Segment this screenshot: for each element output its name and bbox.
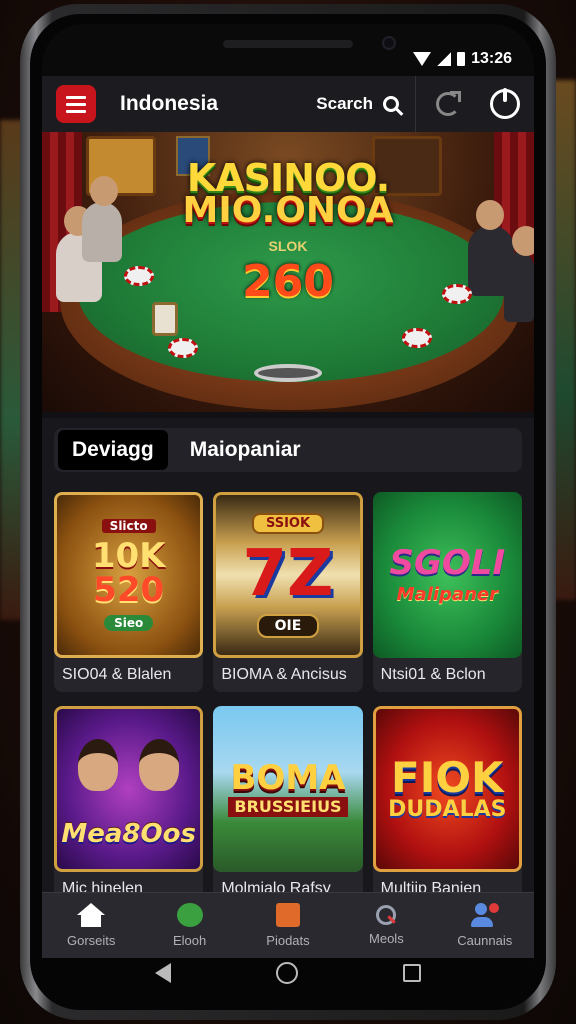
game-art-button: Sieo bbox=[104, 615, 154, 631]
game-thumbnail: Slicto 10K 520 Sieo bbox=[54, 492, 204, 658]
game-art-title: 7Z bbox=[242, 536, 334, 611]
game-grid: Slicto 10K 520 Sieo SIO04 & Blalen SSIOK… bbox=[54, 492, 522, 906]
recents-icon[interactable] bbox=[403, 964, 422, 982]
search-icon bbox=[383, 96, 399, 112]
system-navigation bbox=[42, 958, 534, 1000]
nav-item-piodats[interactable]: Piodats bbox=[240, 903, 336, 948]
status-indicators: 13:26 bbox=[413, 50, 512, 68]
nav-label: Caunnais bbox=[457, 933, 513, 948]
game-thumbnail: BOMA BRUSSIEIUS bbox=[213, 706, 363, 872]
game-card[interactable]: Mea8Oos Mic hinelen bbox=[54, 706, 204, 906]
game-art-badge: SSIOK bbox=[251, 512, 325, 534]
hero-number: 260 bbox=[242, 256, 334, 307]
game-art-title: SGOLI bbox=[389, 543, 506, 583]
menu-bar-icon bbox=[66, 109, 86, 113]
game-thumbnail: SGOLI Malipaner bbox=[372, 492, 522, 658]
app-screen: 13:26 Indonesia Scarch KASINOO. MIO.ONOA… bbox=[42, 24, 534, 1000]
game-card[interactable]: Slicto 10K 520 Sieo SIO04 & Blalen bbox=[54, 492, 204, 692]
game-card[interactable]: BOMA BRUSSIEIUS Molmialo Rafsy bbox=[213, 706, 363, 906]
game-art-title: BOMA bbox=[230, 758, 346, 798]
back-icon[interactable] bbox=[154, 963, 171, 983]
game-label: Ntsi01 & Bclon bbox=[380, 666, 486, 683]
phone-frame: 13:26 Indonesia Scarch KASINOO. MIO.ONOA… bbox=[20, 4, 556, 1020]
game-label: BIOMA & Ancisus bbox=[221, 666, 347, 683]
game-art-badge: Slicto bbox=[101, 519, 156, 533]
power-icon[interactable] bbox=[490, 88, 520, 119]
phone-bezel: 13:26 Indonesia Scarch KASINOO. MIO.ONOA… bbox=[30, 14, 546, 1010]
game-thumbnail: FIOK DUDALAS bbox=[372, 706, 522, 872]
game-thumbnail: Mea8Oos bbox=[54, 706, 204, 872]
tab-deviagg[interactable]: Deviagg bbox=[58, 430, 168, 470]
game-art-subtitle: 520 bbox=[93, 570, 165, 610]
box-icon bbox=[275, 903, 300, 927]
search-button[interactable]: Scarch bbox=[316, 94, 399, 114]
game-thumbnail: SSIOK 7Z OIE bbox=[213, 492, 363, 658]
game-art-button: OIE bbox=[256, 613, 320, 638]
menu-bar-icon bbox=[66, 95, 86, 99]
game-art-title: 10K bbox=[91, 536, 166, 576]
menu-bar-icon bbox=[66, 102, 86, 106]
nav-label: Piodats bbox=[266, 933, 310, 948]
page-title: Indonesia bbox=[120, 92, 219, 115]
speaker-grille bbox=[223, 40, 353, 48]
notification-dot bbox=[488, 903, 499, 913]
game-label: SIO04 & Blalen bbox=[62, 666, 172, 683]
game-card[interactable]: SSIOK 7Z OIE BIOMA & Ancisus bbox=[213, 492, 363, 692]
chip-stack bbox=[152, 302, 178, 336]
game-art-subtitle: Malipaner bbox=[396, 584, 498, 605]
nav-item-gorseits[interactable]: Gorseits bbox=[43, 903, 139, 948]
game-art-title: FIOK bbox=[391, 753, 504, 802]
chip-tray bbox=[254, 364, 322, 382]
game-art-characters bbox=[67, 739, 190, 791]
status-bar: 13:26 bbox=[42, 24, 534, 76]
chat-icon bbox=[176, 903, 203, 927]
game-card[interactable]: FIOK DUDALAS Multiip Banien bbox=[372, 706, 522, 906]
poker-chip bbox=[168, 338, 198, 358]
hero-banner[interactable]: KASINOO. MIO.ONOA SLOK 260 bbox=[42, 132, 534, 412]
bottom-navigation: Gorseits Elooh Piodats Meols Caunnais bbox=[42, 892, 534, 958]
search-icon bbox=[376, 905, 397, 925]
users-icon bbox=[470, 903, 499, 927]
header-divider bbox=[415, 76, 416, 132]
character-face bbox=[139, 739, 180, 791]
home-button-icon[interactable] bbox=[275, 962, 298, 984]
app-header: Indonesia Scarch bbox=[42, 76, 534, 132]
game-art-subtitle: BRUSSIEIUS bbox=[228, 797, 348, 817]
character-face bbox=[77, 739, 118, 791]
nav-label: Meols bbox=[369, 931, 404, 946]
home-icon bbox=[77, 903, 106, 915]
search-label: Scarch bbox=[316, 94, 373, 113]
nav-item-meols[interactable]: Meols bbox=[338, 905, 434, 946]
games-panel: Deviagg Maiopaniar Slicto 10K 520 Sieo S… bbox=[42, 418, 534, 906]
game-card[interactable]: SGOLI Malipaner Ntsi01 & Bclon bbox=[372, 492, 522, 692]
home-icon-body bbox=[81, 915, 102, 927]
hero-subtitle: SLOK bbox=[268, 238, 308, 254]
category-tabs: Deviagg Maiopaniar bbox=[54, 428, 522, 472]
tab-maiopaniar[interactable]: Maiopaniar bbox=[176, 430, 315, 470]
status-time: 13:26 bbox=[471, 50, 512, 67]
nav-item-caunnais[interactable]: Caunnais bbox=[437, 903, 533, 948]
hero-title-line2: MIO.ONOA bbox=[182, 190, 394, 231]
refresh-icon[interactable] bbox=[436, 91, 461, 116]
game-art-title: Mea8Oos bbox=[61, 819, 196, 849]
signal-icon bbox=[437, 52, 452, 66]
game-art-subtitle: DUDALAS bbox=[388, 797, 507, 822]
wifi-icon bbox=[413, 52, 432, 66]
battery-icon bbox=[457, 52, 466, 66]
nav-label: Elooh bbox=[172, 933, 207, 948]
menu-button[interactable] bbox=[56, 85, 96, 123]
nav-item-elooh[interactable]: Elooh bbox=[142, 903, 238, 948]
nav-label: Gorseits bbox=[66, 933, 116, 948]
poker-chip bbox=[402, 328, 432, 348]
front-camera bbox=[382, 36, 396, 50]
